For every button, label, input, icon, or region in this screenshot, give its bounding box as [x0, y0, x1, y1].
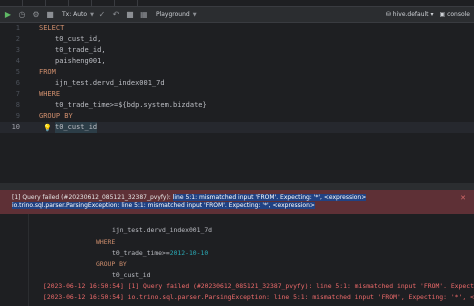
database-icon: ⛁: [385, 11, 391, 18]
code-text: t0_cust_id,: [55, 35, 102, 43]
console-icon: ▣: [439, 11, 446, 18]
line-number: 3: [15, 46, 20, 54]
error-selected-text: line 5:1: mismatched input 'FROM'. Expec…: [172, 194, 367, 201]
console-label: console: [447, 11, 470, 18]
editor-line: 3 t0_trade_id,: [0, 45, 474, 56]
line-number: 4: [15, 57, 20, 65]
editor-line: 8 t0_trade_time>=${bdp.system.bizdate}: [0, 100, 474, 111]
tx-mode-label: Tx: Auto: [62, 11, 88, 18]
line-number: 2: [15, 35, 20, 43]
chevron-down-icon: ▼: [90, 11, 94, 18]
close-icon[interactable]: ✕: [460, 194, 466, 202]
editor-line: 9 GROUP BY: [0, 111, 474, 122]
code-text: SELECT: [39, 24, 65, 32]
editor-line: 6 ijn_test.dervd_index001_7d: [0, 78, 474, 89]
sql-editor[interactable]: 1 SELECT 2 t0_cust_id, 3 t0_trade_id, 4 pais…: [0, 23, 474, 183]
console-select[interactable]: ▣ console: [439, 11, 470, 18]
error-selected-text: io.trino.sql.parser.ParsingException: li…: [12, 202, 315, 209]
console-line: t0_trade_time>=2012-10-10: [112, 248, 208, 258]
error-line: io.trino.sql.parser.ParsingException: li…: [0, 202, 474, 210]
query-toolbar: ▶ ◷ ⚙ ■ Tx: Auto ▼ ✓ ↶ ■ ▦ Playground ▼ ⛁ …: [0, 7, 474, 23]
line-number: 1: [15, 24, 20, 32]
commit-icon[interactable]: ✓: [96, 9, 108, 21]
code-text: FROM: [39, 68, 56, 76]
editor-line: 5 FROM: [0, 67, 474, 78]
code-text: WHERE: [39, 90, 61, 98]
line-number: 8: [15, 101, 20, 109]
editor-line: 4 paisheng001,: [0, 56, 474, 67]
execute-icon[interactable]: ▶: [2, 9, 14, 21]
code-text: t0_cust_id: [55, 122, 98, 133]
editor-tab[interactable]: [69, 0, 92, 6]
schema-select[interactable]: ⛁ hive.default ▾: [386, 11, 434, 18]
code-text: paisheng001,: [55, 57, 106, 65]
console-line: ijn_test.dervd_index001_7d: [112, 226, 213, 234]
editor-tab[interactable]: [0, 0, 23, 6]
editor-line-current: 10 💡 t0_cust_id: [0, 122, 474, 133]
table-icon[interactable]: ▦: [138, 9, 150, 21]
console-error-line: [2023-06-12 16:50:54] io.trino.sql.parse…: [43, 293, 474, 301]
console-text: t0_trade_time>=: [112, 249, 170, 257]
code-text: t0_trade_time>=: [55, 101, 119, 109]
console-gutter: [0, 214, 29, 306]
line-number: 7: [15, 90, 20, 98]
rollback-icon[interactable]: ↶: [110, 9, 122, 21]
chevron-down-icon: ▾: [430, 11, 434, 18]
code-text: GROUP BY: [39, 112, 73, 120]
chevron-down-icon: ▼: [192, 11, 197, 18]
line-number: 5: [15, 68, 20, 76]
lightbulb-icon[interactable]: 💡: [43, 123, 52, 134]
line-number: 10: [11, 123, 20, 131]
error-line: [1] Query failed (#20230612_085121_32387…: [0, 194, 474, 202]
editor-line: 2 t0_cust_id,: [0, 34, 474, 45]
editor-tab[interactable]: [115, 0, 138, 6]
code-text: ijn_test.dervd_index001_7d: [55, 79, 165, 87]
stop-icon[interactable]: ■: [44, 9, 56, 21]
tx-mode-select[interactable]: Tx: Auto ▼: [62, 11, 94, 18]
editor-tab[interactable]: [23, 0, 46, 6]
editor-tab[interactable]: [92, 0, 115, 6]
console-error-line: [2023-06-12 16:50:54] [1] Query failed (…: [43, 282, 474, 290]
settings-icon[interactable]: ⚙: [30, 9, 42, 21]
editor-line: 7 WHERE: [0, 89, 474, 100]
code-text: ${bdp.system.bizdate}: [118, 101, 207, 109]
playground-label: Playground: [155, 11, 190, 18]
editor-tab[interactable]: [46, 0, 69, 6]
console-line: WHERE: [96, 238, 116, 246]
line-number: 6: [15, 79, 20, 87]
editor-tab-strip: [0, 0, 474, 7]
editor-line: 1 SELECT: [0, 23, 474, 34]
console-line: t0_cust_id: [112, 271, 151, 279]
code-text: t0_trade_id,: [55, 46, 106, 54]
stop-icon[interactable]: ■: [124, 9, 136, 21]
line-number: 9: [15, 112, 20, 120]
console-line: GROUP BY: [96, 260, 127, 268]
history-icon[interactable]: ◷: [16, 9, 28, 21]
code-text: t0_trade_time>=${bdp.system.bizdate}: [55, 100, 207, 111]
error-prefix: [1] Query failed (#20230612_085121_32387…: [12, 194, 173, 201]
console-text: 2012-10-10: [169, 249, 209, 257]
schema-label: hive.default: [392, 11, 429, 18]
playground-select[interactable]: Playground ▼: [156, 11, 197, 18]
output-console: ijn_test.dervd_index001_7d WHERE t0_trad…: [0, 214, 474, 306]
toolbar-right: ⛁ hive.default ▾ ▣ console: [386, 7, 470, 22]
